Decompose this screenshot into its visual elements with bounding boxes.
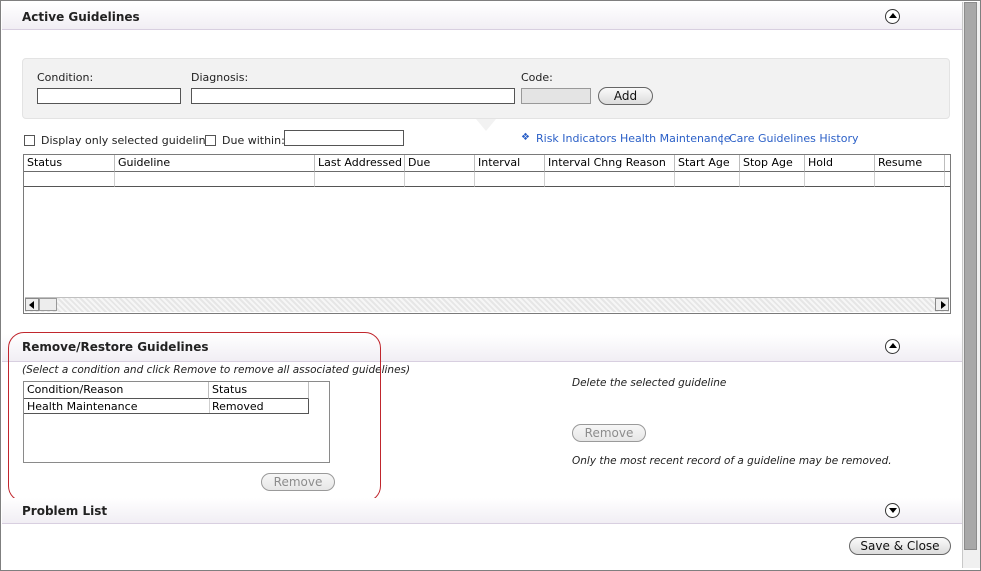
- scroll-right-icon[interactable]: [935, 298, 949, 311]
- code-label: Code:: [521, 71, 553, 84]
- chevron-up-icon[interactable]: [885, 9, 900, 24]
- column-header-due[interactable]: Due: [405, 155, 475, 172]
- horizontal-scrollbar[interactable]: [25, 297, 949, 312]
- table-empty-row[interactable]: [405, 172, 475, 187]
- chevron-down-icon[interactable]: [885, 503, 900, 518]
- column-header-last-addressed[interactable]: Last Addressed: [315, 155, 405, 172]
- care-guidelines-history-link[interactable]: Care Guidelines History: [729, 132, 858, 145]
- diagnosis-label: Diagnosis:: [191, 71, 249, 84]
- due-within-checkbox[interactable]: [205, 135, 216, 146]
- column-header-interval[interactable]: Interval: [475, 155, 545, 172]
- remove-guideline-button[interactable]: Remove: [572, 424, 646, 442]
- horizontal-scrollbar-thumb[interactable]: [39, 298, 57, 311]
- diagnosis-input[interactable]: [191, 88, 515, 104]
- guidelines-table[interactable]: Status Guideline Last Addressed Due Inte…: [23, 154, 951, 314]
- active-guidelines-header: Active Guidelines: [2, 3, 962, 30]
- column-header-status[interactable]: Status: [24, 155, 115, 172]
- column-header-interval-chng-reason[interactable]: Interval Chng Reason: [545, 155, 675, 172]
- due-within-label: Due within:: [222, 134, 285, 147]
- table-empty-row[interactable]: [740, 172, 805, 187]
- delete-guideline-text: Delete the selected guideline: [572, 377, 727, 389]
- table-empty-row[interactable]: [805, 172, 875, 187]
- health-maintenance-link[interactable]: Health Maintenance: [620, 132, 730, 145]
- vertical-scrollbar-thumb[interactable]: [964, 2, 977, 550]
- highlight-annotation: [8, 332, 381, 502]
- table-empty-row[interactable]: [24, 172, 115, 187]
- table-empty-row[interactable]: [115, 172, 315, 187]
- column-header-start-age[interactable]: Start Age: [675, 155, 740, 172]
- scroll-left-icon[interactable]: [25, 298, 39, 311]
- link-separator: |: [720, 132, 724, 145]
- panel-notch: [476, 119, 496, 131]
- remove-note: Only the most recent record of a guideli…: [572, 455, 892, 467]
- add-button[interactable]: Add: [598, 87, 653, 105]
- column-header-more: [945, 155, 950, 172]
- column-header-resume[interactable]: Resume: [875, 155, 945, 172]
- column-header-hold[interactable]: Hold: [805, 155, 875, 172]
- display-only-checkbox[interactable]: [24, 135, 35, 146]
- column-header-guideline[interactable]: Guideline: [115, 155, 315, 172]
- display-only-label: Display only selected guideline: [41, 134, 213, 147]
- table-empty-row[interactable]: [675, 172, 740, 187]
- condition-input[interactable]: [37, 88, 181, 104]
- table-empty-row[interactable]: [315, 172, 405, 187]
- table-empty-row[interactable]: [545, 172, 675, 187]
- save-close-button[interactable]: Save & Close: [849, 537, 951, 555]
- table-empty-row[interactable]: [945, 172, 950, 187]
- table-empty-row[interactable]: [475, 172, 545, 187]
- problem-list-header: Problem List: [2, 498, 962, 524]
- active-guidelines-title: Active Guidelines: [22, 10, 140, 24]
- chevron-up-icon[interactable]: [885, 339, 900, 354]
- diamond-bullet-icon: ❖: [521, 132, 530, 143]
- condition-label: Condition:: [37, 71, 94, 84]
- due-within-input[interactable]: [284, 130, 404, 146]
- table-empty-row[interactable]: [875, 172, 945, 187]
- risk-indicators-link[interactable]: Risk Indicators: [536, 132, 617, 145]
- problem-list-title: Problem List: [22, 504, 108, 518]
- code-input: [521, 88, 591, 104]
- column-header-stop-age[interactable]: Stop Age: [740, 155, 805, 172]
